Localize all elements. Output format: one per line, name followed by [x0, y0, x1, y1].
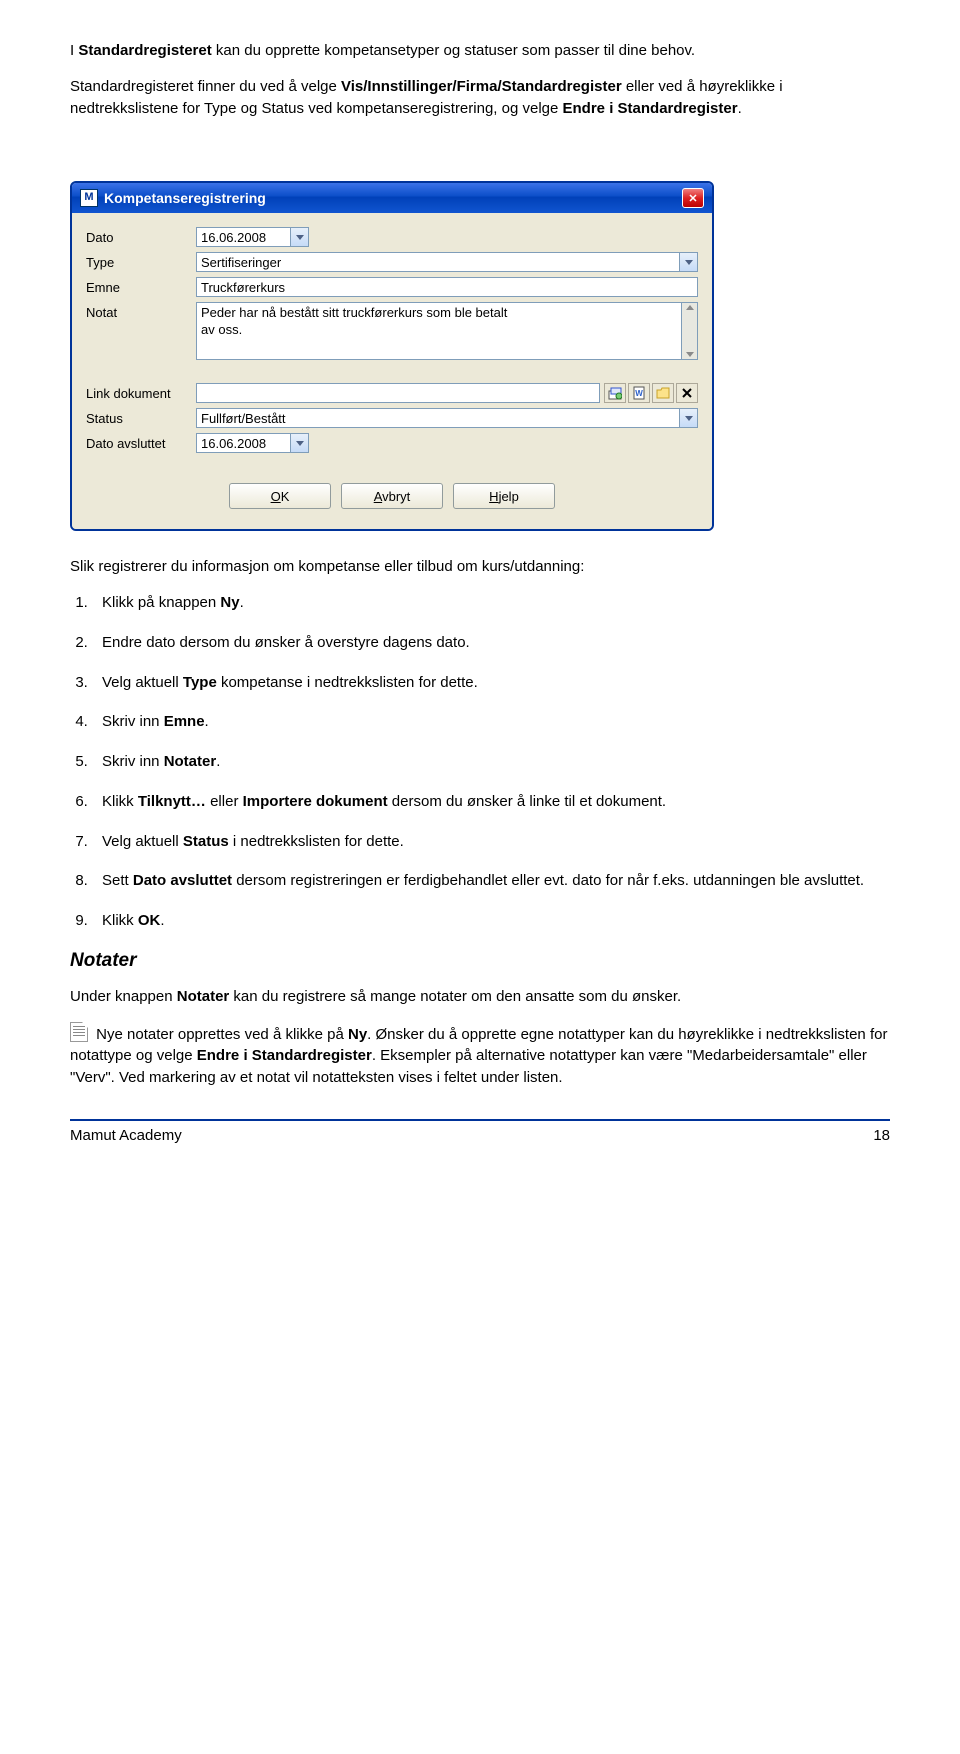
label-dato: Dato — [86, 230, 196, 245]
step-4: Skriv inn Emne. — [92, 711, 890, 733]
title-bar: M Kompetanseregistrering ✕ — [72, 183, 712, 213]
close-icon[interactable]: ✕ — [682, 188, 704, 208]
delete-link-icon[interactable] — [676, 383, 698, 403]
status-field[interactable]: Fullført/Bestått — [196, 408, 680, 428]
footer-left: Mamut Academy — [70, 1127, 182, 1144]
notat-line: Peder har nå bestått sitt truckførerkurs… — [201, 305, 677, 322]
notat-field[interactable]: Peder har nå bestått sitt truckførerkurs… — [196, 302, 682, 360]
text-bold: Vis/Innstillinger/Firma/Standardregister — [341, 78, 622, 95]
step-9: Klikk OK. — [92, 910, 890, 932]
dato-avsluttet-field[interactable]: 16.06.2008 — [196, 433, 291, 453]
label-type: Type — [86, 255, 196, 270]
hjelp-button[interactable]: Hjelp — [453, 483, 555, 509]
label-status: Status — [86, 411, 196, 426]
scroll-down-icon[interactable] — [686, 352, 694, 357]
step-1: Klikk på knappen Ny. — [92, 592, 890, 614]
dialog-body: Dato 16.06.2008 Type Sertifiseringer Emn… — [72, 213, 712, 529]
dialog-kompetanseregistrering: M Kompetanseregistrering ✕ Dato 16.06.20… — [70, 181, 714, 531]
label-dato-avsluttet: Dato avsluttet — [86, 436, 196, 451]
type-field[interactable]: Sertifiseringer — [196, 252, 680, 272]
ok-button[interactable]: OK — [229, 483, 331, 509]
type-dropdown-button[interactable] — [680, 252, 698, 272]
text-bold: Endre i Standardregister — [563, 100, 738, 117]
status-dropdown-button[interactable] — [680, 408, 698, 428]
text: Standardregisteret finner du ved å velge — [70, 78, 341, 95]
step-2: Endre dato dersom du ønsker å overstyre … — [92, 632, 890, 654]
steps-intro: Slik registrerer du informasjon om kompe… — [70, 556, 890, 578]
app-icon: M — [80, 189, 98, 207]
notat-line: av oss. — [201, 322, 677, 339]
scrollbar[interactable] — [682, 302, 698, 360]
step-5: Skriv inn Notater. — [92, 751, 890, 773]
open-folder-icon[interactable] — [652, 383, 674, 403]
notater-p1: Under knappen Notater kan du registrere … — [70, 986, 890, 1008]
steps-list: Klikk på knappen Ny. Endre dato dersom d… — [92, 592, 890, 932]
label-link-dokument: Link dokument — [86, 386, 196, 401]
label-notat: Notat — [86, 302, 196, 320]
word-document-icon[interactable]: W — [628, 383, 650, 403]
note-icon — [70, 1022, 88, 1042]
scroll-up-icon[interactable] — [686, 305, 694, 310]
dato-dropdown-button[interactable] — [291, 227, 309, 247]
heading-notater: Notater — [70, 950, 890, 972]
label-emne: Emne — [86, 280, 196, 295]
svg-text:W: W — [635, 389, 643, 398]
avbryt-button[interactable]: Avbryt — [341, 483, 443, 509]
text: kan du opprette kompetansetyper og statu… — [212, 42, 695, 59]
paragraph-intro-2: Standardregisteret finner du ved å velge… — [70, 76, 890, 120]
dialog-title: Kompetanseregistrering — [104, 190, 266, 206]
attach-document-icon[interactable] — [604, 383, 626, 403]
emne-field[interactable]: Truckførerkurs — [196, 277, 698, 297]
page-footer: Mamut Academy 18 — [70, 1119, 890, 1144]
paragraph-intro-1: I Standardregisteret kan du opprette kom… — [70, 40, 890, 62]
step-6: Klikk Tilknytt… eller Importere dokument… — [92, 791, 890, 813]
link-dokument-field[interactable] — [196, 383, 600, 403]
step-3: Velg aktuell Type kompetanse i nedtrekks… — [92, 672, 890, 694]
dato-field[interactable]: 16.06.2008 — [196, 227, 291, 247]
footer-right: 18 — [873, 1127, 890, 1144]
step-7: Velg aktuell Status i nedtrekkslisten fo… — [92, 831, 890, 853]
dato-avsluttet-dropdown-button[interactable] — [291, 433, 309, 453]
text: . — [738, 100, 742, 117]
text-bold: Standardregisteret — [78, 42, 211, 59]
notater-p2: Nye notater opprettes ved å klikke på Ny… — [70, 1022, 890, 1089]
step-8: Sett Dato avsluttet dersom registreringe… — [92, 870, 890, 892]
